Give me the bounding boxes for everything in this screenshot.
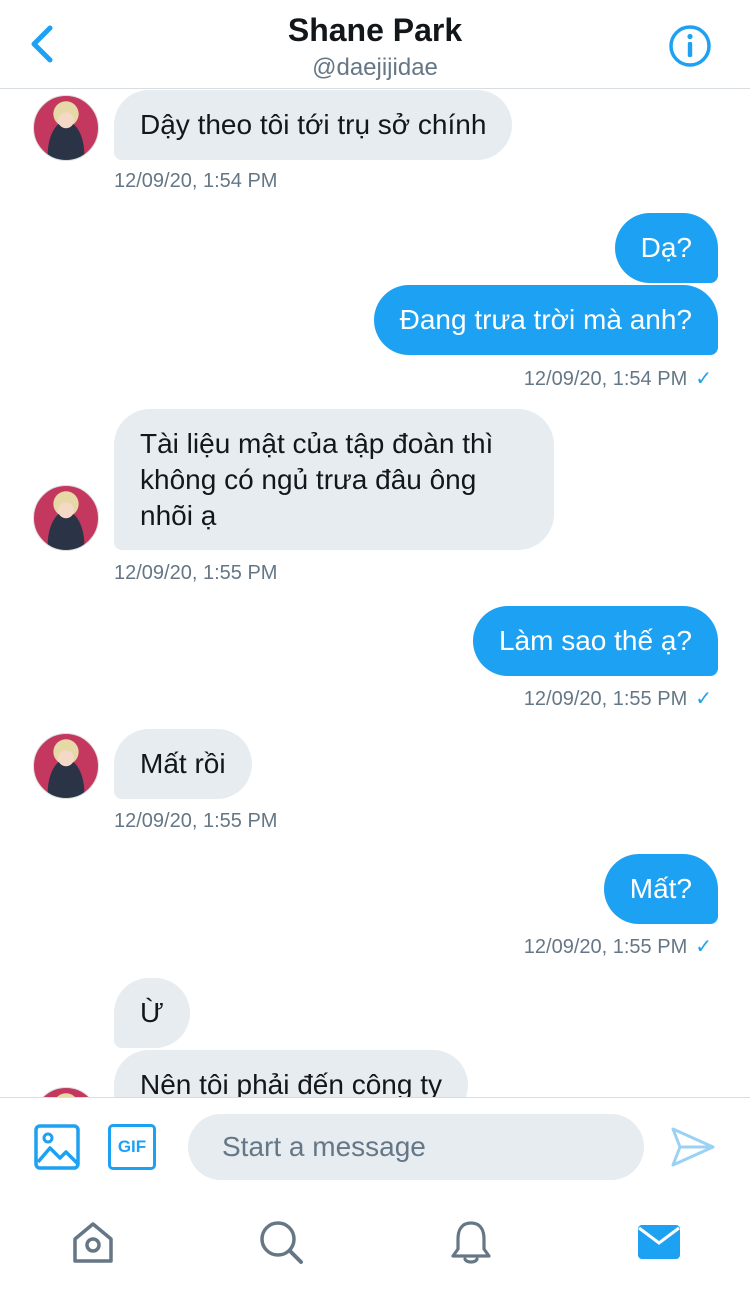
message-bubble-outgoing[interactable]: Làm sao thế ạ?	[472, 606, 718, 676]
message-timestamp: 12/09/20, 1:55 PM	[114, 810, 278, 832]
message-timestamp: 12/09/20, 1:55 PM ✓	[524, 686, 712, 711]
info-icon[interactable]	[668, 24, 712, 68]
message-bubble-incoming[interactable]: Nên tôi phải đến công ty	[114, 1050, 468, 1097]
conversation-header: Shane Park @daejijidae	[0, 0, 750, 89]
message-bubble-outgoing[interactable]: Dạ?	[614, 213, 718, 283]
avatar[interactable]	[33, 1087, 99, 1097]
message-bubble-incoming[interactable]: Tài liệu mật của tập đoàn thì không có n…	[114, 409, 554, 550]
message-timestamp: 12/09/20, 1:54 PM ✓	[524, 366, 712, 391]
conversation-handle: @daejijidae	[312, 54, 438, 81]
conversation-title: Shane Park	[287, 12, 463, 48]
delivered-check-icon: ✓	[695, 936, 712, 958]
message-timestamp: 12/09/20, 1:55 PM ✓	[524, 934, 712, 959]
message-list[interactable]: Dậy theo tôi tới trụ sở chính 12/09/20, …	[0, 89, 750, 1097]
avatar[interactable]	[33, 485, 99, 551]
avatar[interactable]	[33, 95, 99, 161]
message-timestamp: 12/09/20, 1:54 PM	[114, 170, 278, 192]
image-icon[interactable]	[34, 1124, 80, 1170]
mail-icon[interactable]	[636, 1219, 682, 1265]
home-icon[interactable]	[70, 1219, 116, 1265]
message-bubble-incoming[interactable]: Mất rồi	[114, 729, 252, 799]
avatar[interactable]	[33, 733, 99, 799]
search-icon[interactable]	[258, 1219, 304, 1265]
send-icon[interactable]	[670, 1124, 716, 1170]
tab-bar	[0, 1197, 750, 1295]
message-timestamp: 12/09/20, 1:55 PM	[114, 562, 278, 584]
message-bubble-incoming[interactable]: Dậy theo tôi tới trụ sở chính	[114, 90, 513, 160]
bell-icon[interactable]	[448, 1219, 494, 1265]
timestamp-text: 12/09/20, 1:55 PM	[523, 936, 688, 958]
delivered-check-icon: ✓	[695, 688, 712, 710]
message-composer: GIF	[0, 1097, 750, 1198]
timestamp-text: 12/09/20, 1:55 PM	[523, 688, 688, 710]
delivered-check-icon: ✓	[695, 368, 712, 390]
timestamp-text: 12/09/20, 1:54 PM	[523, 368, 688, 390]
message-bubble-incoming[interactable]: Ừ	[114, 978, 190, 1048]
gif-icon[interactable]: GIF	[108, 1124, 156, 1170]
message-bubble-outgoing[interactable]: Đang trưa trời mà anh?	[373, 285, 718, 355]
message-bubble-outgoing[interactable]: Mất?	[603, 854, 718, 924]
message-input[interactable]	[188, 1114, 644, 1180]
